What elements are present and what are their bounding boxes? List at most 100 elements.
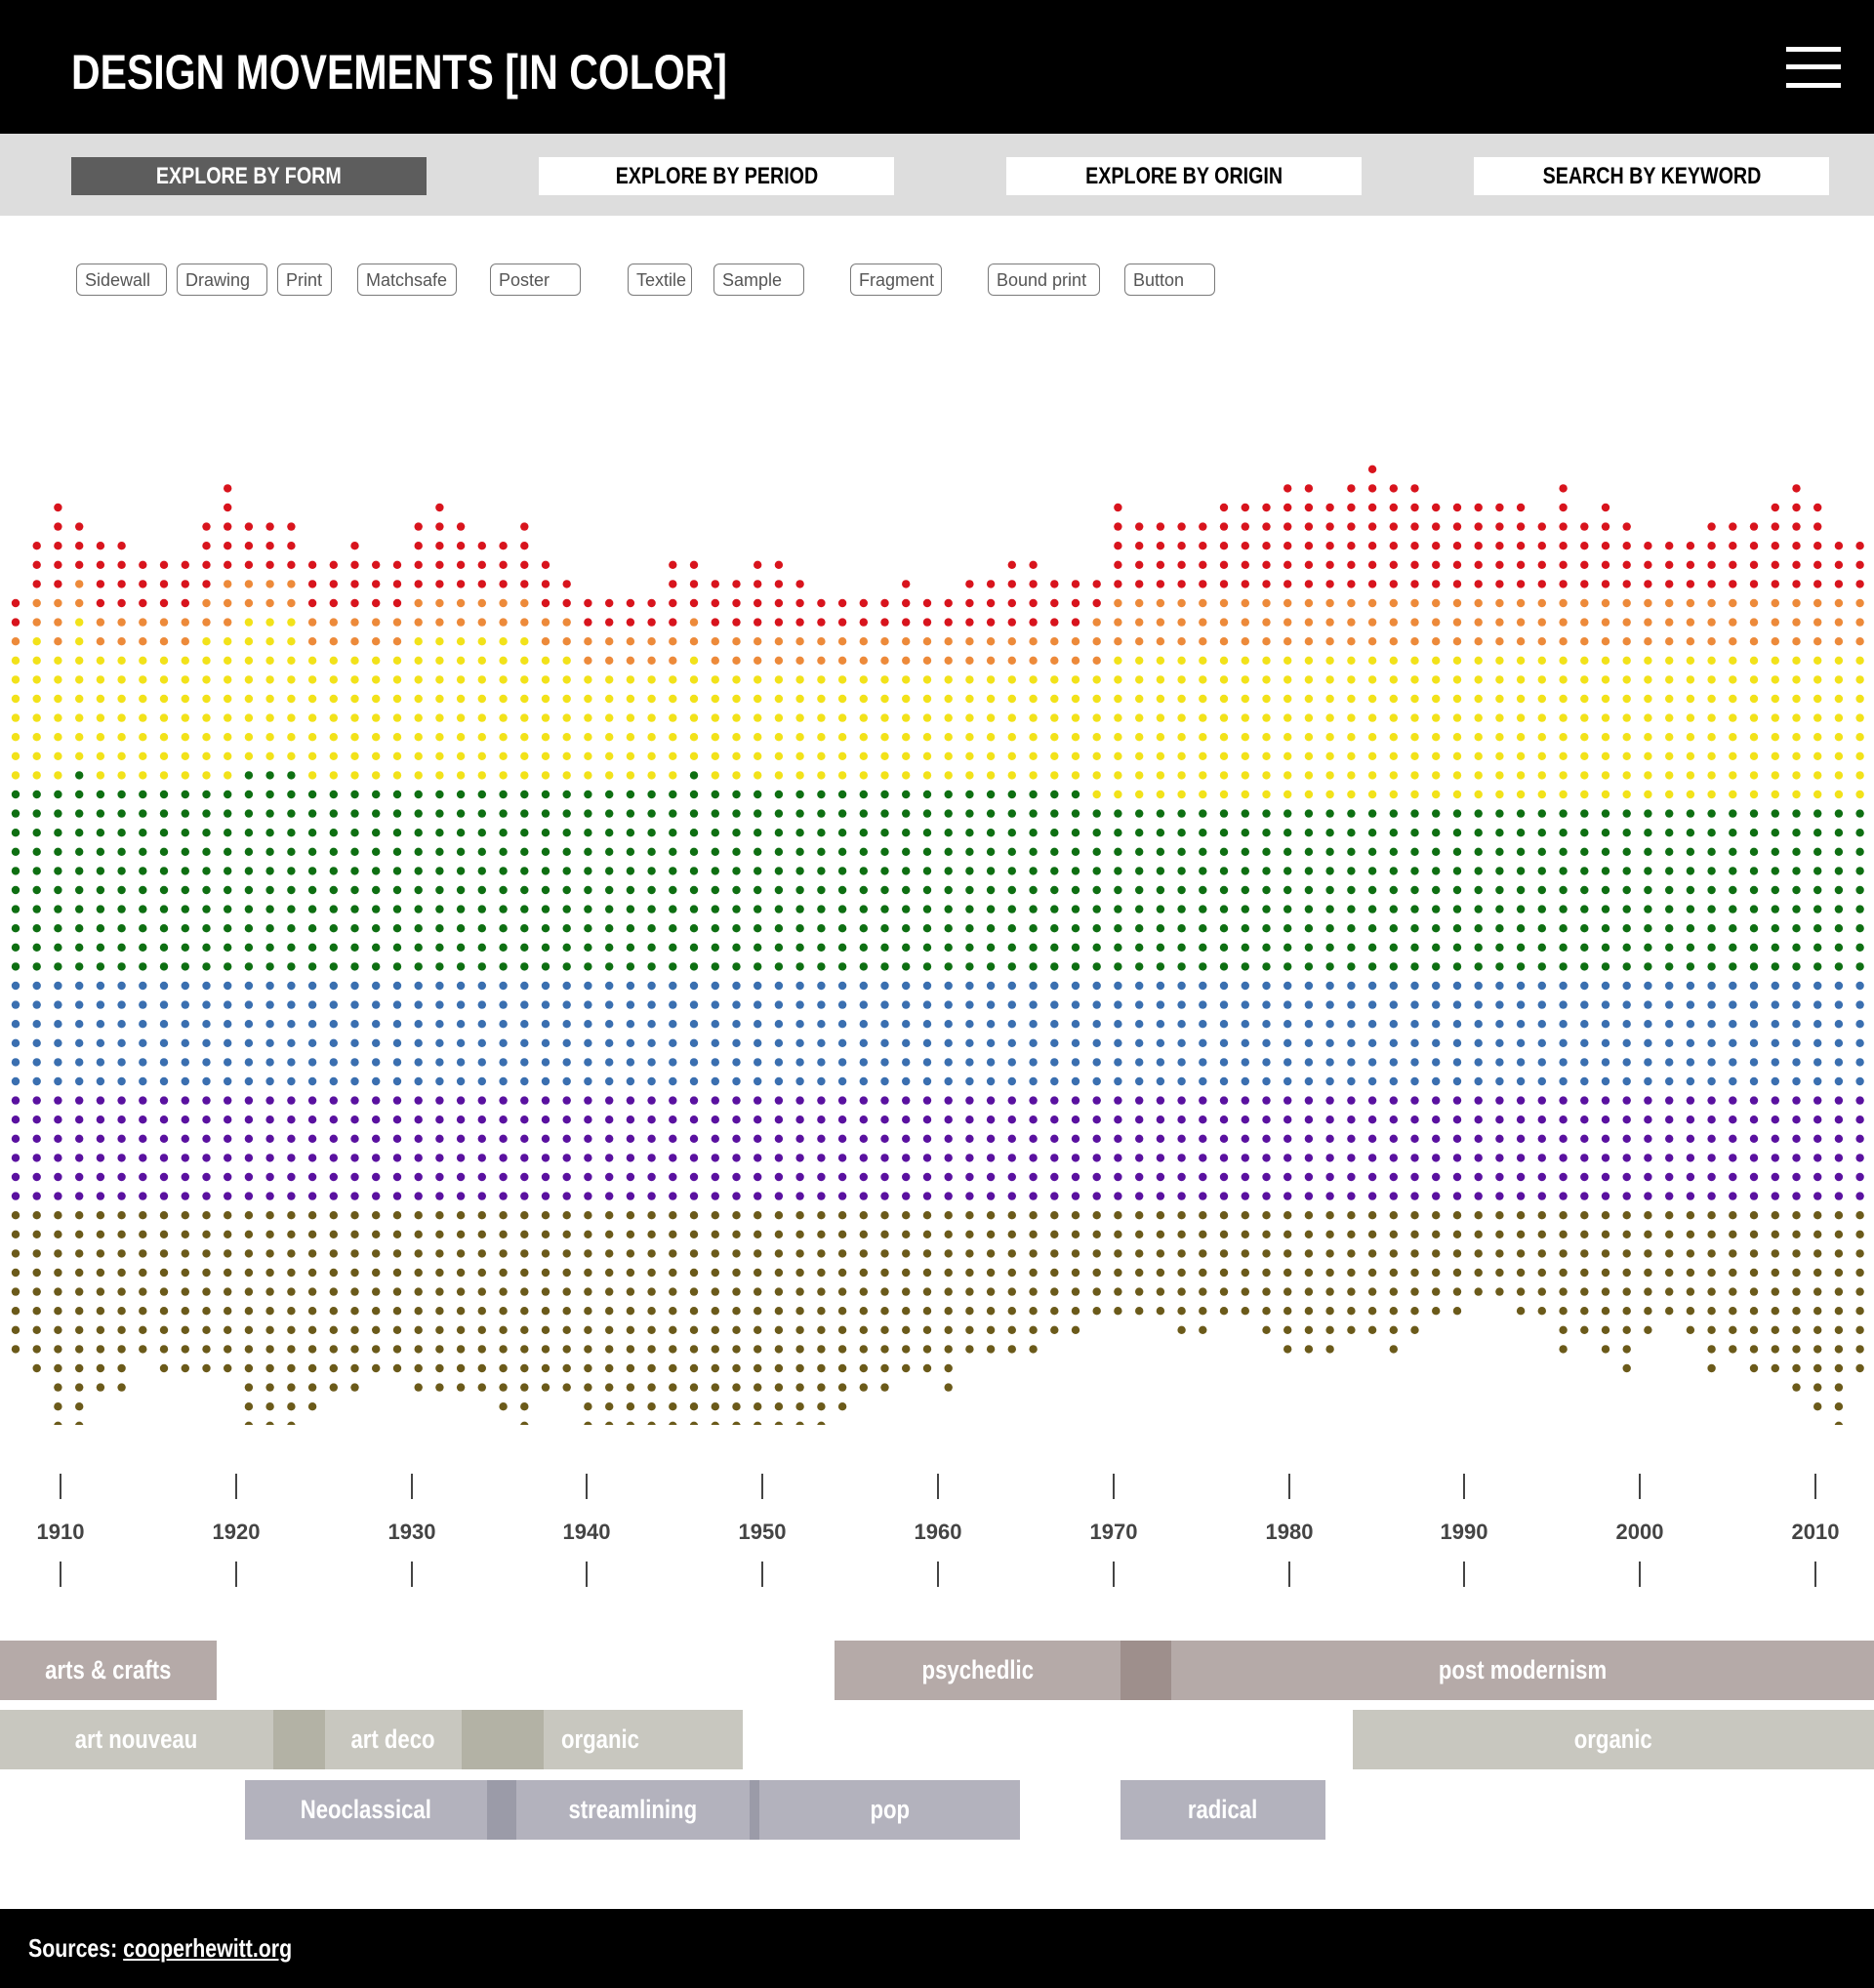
- movement-organic[interactable]: organic: [544, 1710, 743, 1769]
- dot-green: [944, 867, 953, 875]
- dot-purple: [1241, 1172, 1250, 1182]
- dot-yellow: [1601, 713, 1610, 722]
- dot-yellow: [181, 751, 189, 760]
- dot-yellow: [1071, 675, 1080, 684]
- nav-label: EXPLORE BY FORM: [156, 163, 342, 189]
- dot-yellow: [181, 656, 189, 665]
- dot-purple: [159, 1134, 169, 1143]
- dot-green: [32, 962, 41, 971]
- dot-green: [754, 809, 762, 818]
- dot-orange: [1199, 618, 1207, 627]
- dot-olive: [1007, 1268, 1017, 1278]
- dot-olive: [244, 1307, 254, 1316]
- movement-arts-crafts[interactable]: arts & crafts: [0, 1641, 217, 1700]
- dot-orange: [1283, 637, 1292, 646]
- dot-blue: [435, 1076, 444, 1086]
- filter-chip-sample[interactable]: Sample: [713, 264, 804, 296]
- dot-orange: [880, 656, 889, 665]
- dot-olive: [1834, 1363, 1844, 1373]
- sources-link[interactable]: cooperhewitt.org: [123, 1933, 292, 1963]
- dot-green: [1325, 885, 1334, 895]
- dot-orange: [1855, 598, 1864, 608]
- movement-organic-late[interactable]: organic: [1353, 1710, 1874, 1769]
- movement-neoclassical[interactable]: Neoclassical: [245, 1780, 487, 1840]
- dot-green: [1707, 924, 1716, 933]
- dot-blue: [11, 1058, 20, 1067]
- dot-yellow: [837, 694, 847, 704]
- dot-purple: [562, 1192, 571, 1200]
- dot-orange: [11, 637, 20, 646]
- search-by-keyword-button[interactable]: SEARCH BY KEYWORD: [1474, 157, 1829, 195]
- dot-purple: [1050, 1116, 1059, 1124]
- dot-yellow: [859, 751, 868, 760]
- dot-purple: [1452, 1154, 1462, 1162]
- dot-yellow: [647, 694, 656, 704]
- filter-chip-matchsafe[interactable]: Matchsafe: [357, 264, 457, 296]
- explore-by-form-button[interactable]: EXPLORE BY FORM: [71, 157, 427, 195]
- movement-pop[interactable]: pop: [759, 1780, 1020, 1840]
- filter-chip-button[interactable]: Button: [1124, 264, 1215, 296]
- dot-green: [1283, 847, 1292, 856]
- dot-green: [922, 905, 932, 913]
- movement-post-modernism[interactable]: post modernism: [1171, 1641, 1874, 1700]
- dot-olive: [1813, 1383, 1822, 1392]
- dot-olive: [795, 1230, 804, 1238]
- dot-olive: [1580, 1249, 1589, 1258]
- dot-green: [414, 829, 423, 837]
- dot-green: [1092, 924, 1101, 933]
- dot-green: [181, 809, 189, 818]
- dot-yellow: [11, 656, 20, 665]
- dot-blue: [922, 981, 932, 991]
- dot-blue: [647, 1058, 656, 1067]
- dot-purple: [372, 1192, 381, 1200]
- hamburger-menu-icon[interactable]: [1786, 47, 1841, 88]
- dot-olive: [202, 1249, 211, 1258]
- dot-olive: [1389, 1325, 1399, 1334]
- dot-yellow: [1177, 675, 1186, 684]
- explore-by-period-button[interactable]: EXPLORE BY PERIOD: [539, 157, 894, 195]
- dot-orange: [75, 598, 84, 608]
- dot-blue: [732, 1038, 741, 1047]
- dot-olive: [1071, 1268, 1080, 1278]
- dot-olive: [1622, 1307, 1631, 1316]
- dot-green: [1516, 847, 1526, 856]
- dot-olive: [159, 1211, 169, 1220]
- dot-olive: [1241, 1307, 1250, 1316]
- filter-chip-fragment[interactable]: Fragment: [850, 264, 942, 296]
- dot-yellow: [944, 733, 953, 742]
- dot-green: [1622, 905, 1631, 913]
- filter-chip-textile[interactable]: Textile: [628, 264, 692, 296]
- dot-red: [1622, 560, 1631, 569]
- movement-art-deco[interactable]: art deco: [325, 1710, 462, 1769]
- dot-purple: [562, 1172, 571, 1182]
- dot-olive: [54, 1211, 62, 1220]
- dot-olive: [711, 1363, 719, 1373]
- dot-yellow: [1135, 733, 1144, 742]
- movement-streamlining[interactable]: streamlining: [516, 1780, 750, 1840]
- dot-olive: [1813, 1325, 1822, 1334]
- filter-chip-poster[interactable]: Poster: [490, 264, 581, 296]
- movement-psychedelic[interactable]: psychedlic: [835, 1641, 1120, 1700]
- dot-olive: [1686, 1307, 1695, 1316]
- filter-chip-drawing[interactable]: Drawing: [177, 264, 267, 296]
- dot-yellow: [11, 771, 20, 780]
- filter-chip-bound-print[interactable]: Bound print: [988, 264, 1100, 296]
- dot-olive: [1559, 1345, 1568, 1354]
- dot-yellow: [1707, 751, 1716, 760]
- filter-chip-print[interactable]: Print: [277, 264, 332, 296]
- filter-chip-sidewall[interactable]: Sidewall: [76, 264, 167, 296]
- dot-yellow: [1813, 771, 1822, 780]
- dot-blue: [329, 981, 338, 991]
- dot-blue: [1644, 1020, 1652, 1029]
- dot-green: [1092, 829, 1101, 837]
- explore-by-origin-button[interactable]: EXPLORE BY ORIGIN: [1006, 157, 1362, 195]
- dot-red: [1199, 560, 1207, 569]
- movement-art-nouveau[interactable]: art nouveau: [0, 1710, 273, 1769]
- dot-red: [1367, 542, 1377, 550]
- dot-green: [1537, 905, 1547, 913]
- header-bar: DESIGN MOVEMENTS [IN COLOR]: [0, 0, 1874, 134]
- dot-purple: [837, 1116, 847, 1124]
- dot-green: [244, 885, 254, 895]
- movement-radical[interactable]: radical: [1120, 1780, 1325, 1840]
- movement-label: Neoclassical: [300, 1795, 432, 1824]
